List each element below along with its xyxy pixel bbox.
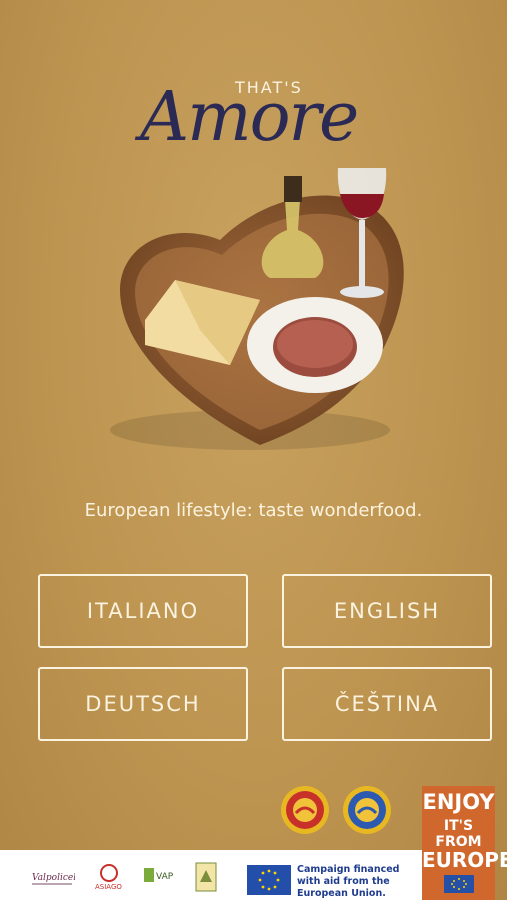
svg-text:Valpolicella: Valpolicella	[32, 873, 75, 883]
partner-logo-asiago-icon: ASIAGO	[95, 864, 122, 891]
badge-line-2: IT'S FROM	[435, 818, 482, 850]
language-button-cestina[interactable]: ČEŠTINA	[282, 667, 492, 741]
language-button-english[interactable]: ENGLISH	[282, 574, 492, 648]
svg-text:VAP: VAP	[156, 872, 174, 882]
eu-flag-icon	[443, 875, 474, 893]
tagline: European lifestyle: taste wonderfood.	[84, 500, 423, 521]
partner-logo-vap-icon: VAP	[144, 868, 174, 882]
hero-food-illustration	[110, 168, 404, 450]
partner-logo-crest-icon	[195, 862, 217, 892]
eu-flag-icon	[247, 865, 291, 895]
svg-text:ASIAGO: ASIAGO	[95, 883, 122, 891]
campaign-financing-text: Campaign financed with aid from the Euro…	[297, 864, 400, 899]
footer-bar: Valpolicella ASIAGO VAP Campaign finance…	[0, 850, 422, 900]
language-button-italiano[interactable]: ITALIANO	[38, 574, 248, 648]
pgi-seal-icon	[343, 786, 391, 834]
dop-seal-icon	[281, 786, 329, 834]
partner-logo-valpolicella-icon: Valpolicella	[32, 873, 75, 885]
badge-line-1: ENJOY	[422, 790, 495, 814]
badge-line-3: EUROPE	[422, 848, 507, 872]
language-button-deutsch[interactable]: DEUTSCH	[38, 667, 248, 741]
logo-script-text: Amore	[140, 78, 359, 157]
enjoy-europe-badge: ENJOY IT'S FROM EUROPE	[422, 786, 507, 900]
